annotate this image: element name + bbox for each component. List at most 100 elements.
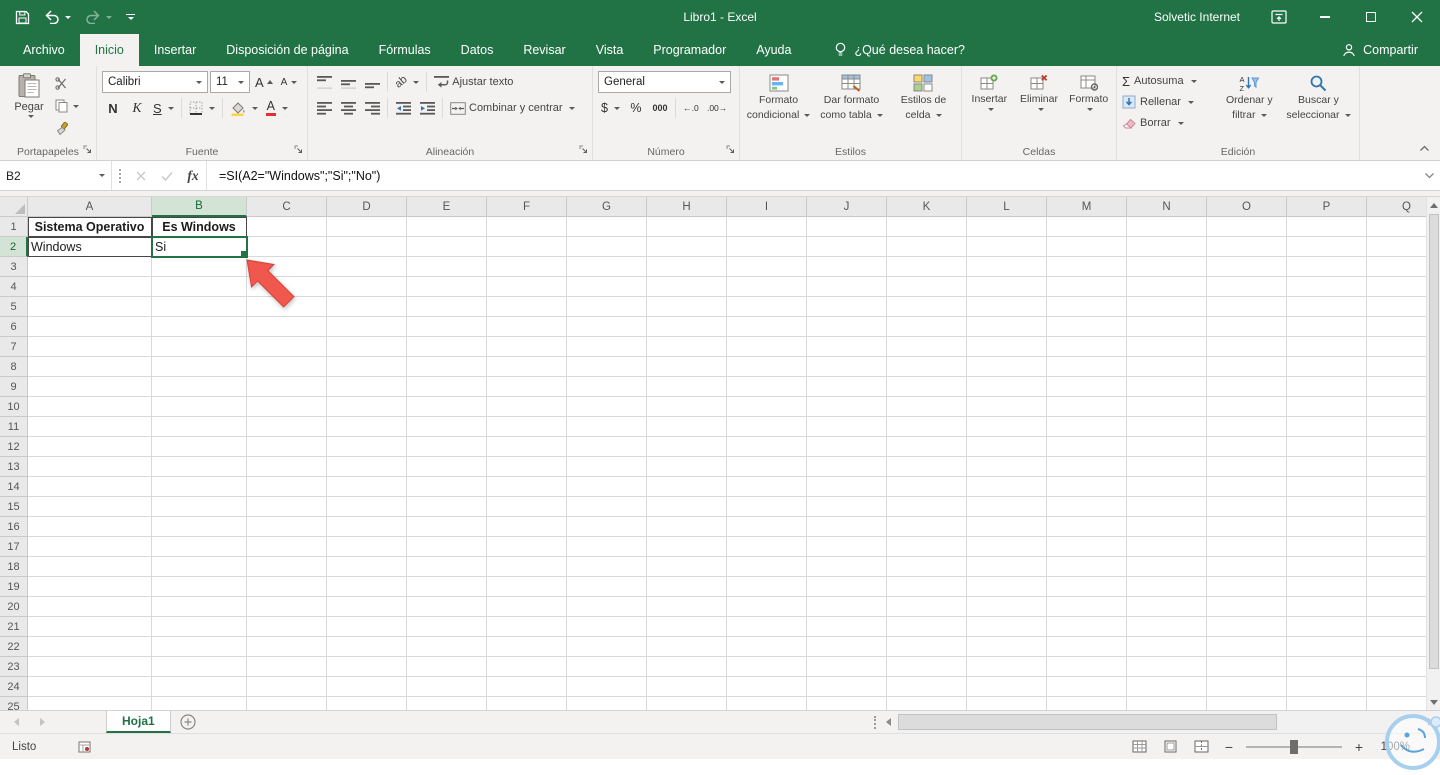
horizontal-scroll-thumb[interactable]: [898, 714, 1277, 730]
cell-N13[interactable]: [1127, 457, 1207, 477]
cell-G24[interactable]: [567, 677, 647, 697]
cell-F19[interactable]: [487, 577, 567, 597]
italic-button[interactable]: K: [126, 97, 148, 119]
cell-O6[interactable]: [1207, 317, 1287, 337]
cell-B7[interactable]: [152, 337, 247, 357]
scroll-up-button[interactable]: [1427, 197, 1440, 213]
bold-button[interactable]: N: [102, 97, 124, 119]
ribbon-tab-inicio[interactable]: Inicio: [79, 34, 139, 66]
ribbon-tab-disposicion-de-pagina[interactable]: Disposición de página: [211, 34, 363, 66]
cell-O18[interactable]: [1207, 557, 1287, 577]
cell-P19[interactable]: [1287, 577, 1367, 597]
column-header-N[interactable]: N: [1127, 197, 1207, 217]
column-header-M[interactable]: M: [1047, 197, 1127, 217]
cell-G2[interactable]: [567, 237, 647, 257]
align-bottom-button[interactable]: [361, 71, 383, 93]
cell-H14[interactable]: [647, 477, 727, 497]
cell-I9[interactable]: [727, 377, 807, 397]
cell-A14[interactable]: [28, 477, 152, 497]
cell-L5[interactable]: [967, 297, 1047, 317]
cell-K1[interactable]: [887, 217, 967, 237]
cell-P3[interactable]: [1287, 257, 1367, 277]
row-header-18[interactable]: 18: [0, 557, 28, 577]
cell-C17[interactable]: [247, 537, 327, 557]
cell-Q22[interactable]: [1367, 637, 1426, 657]
cell-H4[interactable]: [647, 277, 727, 297]
cell-M2[interactable]: [1047, 237, 1127, 257]
cell-K8[interactable]: [887, 357, 967, 377]
cell-L23[interactable]: [967, 657, 1047, 677]
cell-N5[interactable]: [1127, 297, 1207, 317]
cell-N22[interactable]: [1127, 637, 1207, 657]
cell-L12[interactable]: [967, 437, 1047, 457]
format-cells-button[interactable]: Formato: [1064, 69, 1113, 143]
cell-D4[interactable]: [327, 277, 407, 297]
cell-A5[interactable]: [28, 297, 152, 317]
cell-C14[interactable]: [247, 477, 327, 497]
row-header-2[interactable]: 2: [0, 237, 28, 257]
cell-J19[interactable]: [807, 577, 887, 597]
ribbon-tab-insertar[interactable]: Insertar: [139, 34, 211, 66]
horizontal-scrollbar[interactable]: [880, 711, 1440, 733]
cell-M3[interactable]: [1047, 257, 1127, 277]
cell-G23[interactable]: [567, 657, 647, 677]
cell-N18[interactable]: [1127, 557, 1207, 577]
cell-G19[interactable]: [567, 577, 647, 597]
cell-P16[interactable]: [1287, 517, 1367, 537]
cell-P23[interactable]: [1287, 657, 1367, 677]
cell-D5[interactable]: [327, 297, 407, 317]
cell-G7[interactable]: [567, 337, 647, 357]
cell-L9[interactable]: [967, 377, 1047, 397]
select-all-corner[interactable]: [0, 197, 28, 217]
cell-C24[interactable]: [247, 677, 327, 697]
cell-H7[interactable]: [647, 337, 727, 357]
cell-I13[interactable]: [727, 457, 807, 477]
cell-B21[interactable]: [152, 617, 247, 637]
normal-view-button[interactable]: [1128, 737, 1150, 757]
cell-M20[interactable]: [1047, 597, 1127, 617]
redo-button[interactable]: [80, 4, 117, 30]
cell-O1[interactable]: [1207, 217, 1287, 237]
column-header-E[interactable]: E: [407, 197, 487, 217]
decrease-decimal-button[interactable]: .00→: [704, 97, 730, 119]
cell-G14[interactable]: [567, 477, 647, 497]
cell-H15[interactable]: [647, 497, 727, 517]
cell-B5[interactable]: [152, 297, 247, 317]
cancel-formula-button[interactable]: [128, 161, 154, 190]
cell-K21[interactable]: [887, 617, 967, 637]
cell-D10[interactable]: [327, 397, 407, 417]
cell-C25[interactable]: [247, 697, 327, 710]
cell-F16[interactable]: [487, 517, 567, 537]
cell-O8[interactable]: [1207, 357, 1287, 377]
cell-E3[interactable]: [407, 257, 487, 277]
cell-C23[interactable]: [247, 657, 327, 677]
cell-E2[interactable]: [407, 237, 487, 257]
cell-P15[interactable]: [1287, 497, 1367, 517]
cell-L13[interactable]: [967, 457, 1047, 477]
cell-A4[interactable]: [28, 277, 152, 297]
row-header-21[interactable]: 21: [0, 617, 28, 637]
cell-K3[interactable]: [887, 257, 967, 277]
cell-Q25[interactable]: [1367, 697, 1426, 710]
cell-H10[interactable]: [647, 397, 727, 417]
zoom-level[interactable]: 100%: [1376, 741, 1410, 753]
cell-M19[interactable]: [1047, 577, 1127, 597]
row-header-11[interactable]: 11: [0, 417, 28, 437]
cut-button[interactable]: [53, 73, 81, 93]
cell-O17[interactable]: [1207, 537, 1287, 557]
cell-A7[interactable]: [28, 337, 152, 357]
cell-J3[interactable]: [807, 257, 887, 277]
cell-J13[interactable]: [807, 457, 887, 477]
cell-L6[interactable]: [967, 317, 1047, 337]
cell-B19[interactable]: [152, 577, 247, 597]
cell-D11[interactable]: [327, 417, 407, 437]
cell-H16[interactable]: [647, 517, 727, 537]
cell-C10[interactable]: [247, 397, 327, 417]
cell-J2[interactable]: [807, 237, 887, 257]
cell-C6[interactable]: [247, 317, 327, 337]
cell-G8[interactable]: [567, 357, 647, 377]
close-button[interactable]: [1394, 0, 1440, 34]
cell-A21[interactable]: [28, 617, 152, 637]
cell-O22[interactable]: [1207, 637, 1287, 657]
cell-I15[interactable]: [727, 497, 807, 517]
